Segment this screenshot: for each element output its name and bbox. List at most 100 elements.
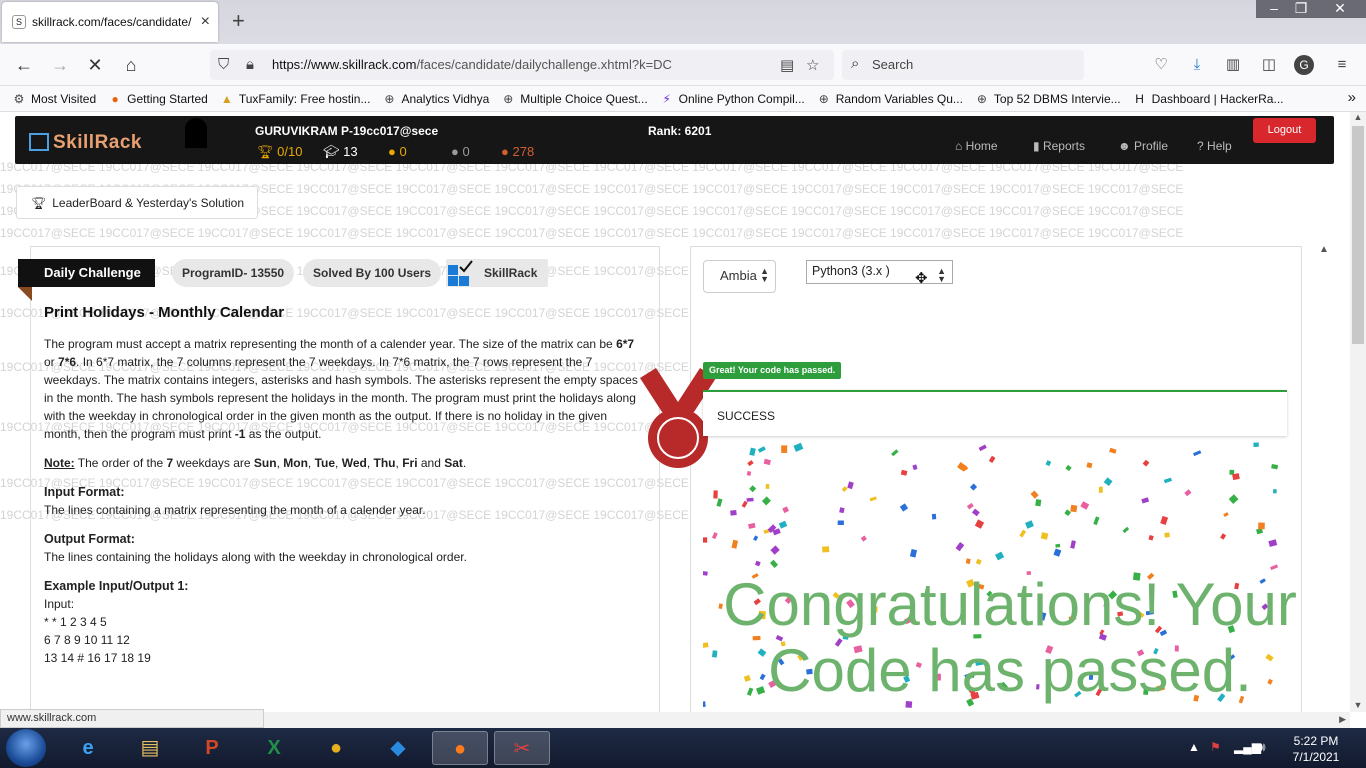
bookmark-item[interactable]: ⊕ Random Variables Qu... <box>817 92 963 106</box>
page-scrollbar[interactable]: ▲ ▼ <box>1350 112 1366 712</box>
show-hidden-icons-icon[interactable]: ▲ <box>1188 740 1200 754</box>
bookmark-item[interactable]: ⊕ Top 52 DBMS Intervie... <box>975 92 1121 106</box>
language-select[interactable]: Python3 (3.x ) ✥ ▲ ▼ <box>806 260 953 287</box>
site-header: SkillRack GURUVIKRAM P-19cc017@sece Rank… <box>15 116 1334 164</box>
courses-value: 13 <box>343 144 358 159</box>
confetti-piece <box>763 458 771 466</box>
skillrack-logo[interactable]: SkillRack <box>29 132 142 154</box>
url-path: /faces/candidate/dailychallenge.xhtml?k=… <box>416 57 672 72</box>
bookmarks-toolbar: ⚙ Most Visited ● Getting Started ▲ TuxFamily:… <box>0 86 1366 112</box>
bookmark-item[interactable]: ● Getting Started <box>108 92 208 106</box>
editor-scrollbar[interactable]: ▲ <box>1319 244 1333 712</box>
theme-value: Ambia <box>720 268 757 283</box>
system-clock[interactable]: 5:22 PM 7/1/2021 <box>1286 733 1346 765</box>
lock-icon[interactable]: 🔒︎ <box>246 56 254 73</box>
bookmark-star-icon[interactable]: ☆ <box>806 56 819 74</box>
menu-hamburger-icon[interactable]: ≡ <box>1331 54 1353 76</box>
library-icon[interactable]: ▥ <box>1222 54 1244 76</box>
scrollbar-thumb[interactable] <box>1352 126 1364 344</box>
search-input[interactable]: ⌕ Search <box>842 50 1084 80</box>
new-tab-button[interactable]: + <box>232 8 245 34</box>
input-line: 13 14 # 16 17 18 19 <box>44 651 151 665</box>
scroll-right-arrow-icon[interactable]: ▶ <box>1339 714 1346 725</box>
problem-title: Print Holidays - Monthly Calendar <box>44 304 285 321</box>
scroll-down-arrow-icon[interactable]: ▼ <box>1350 700 1366 710</box>
bookmark-item[interactable]: ⚙ Most Visited <box>12 91 97 106</box>
user-avatar[interactable] <box>185 118 207 148</box>
bookmark-item[interactable]: ⊕ Analytics Vidhya <box>382 92 489 106</box>
bookmark-item[interactable]: ⊕ Multiple Choice Quest... <box>501 92 647 106</box>
confetti-piece <box>847 481 854 490</box>
confetti-piece <box>703 537 708 543</box>
confetti-piece <box>1184 489 1192 497</box>
snipping-tool-icon[interactable]: ✂ <box>494 731 550 765</box>
solved-by-badge: Solved By 100 Users <box>303 259 442 287</box>
stop-loading-icon[interactable]: ✕ <box>84 54 106 76</box>
volume-icon[interactable]: 🔊︎ <box>1258 740 1266 755</box>
browser-tab[interactable]: S skillrack.com/faces/candidate/ × <box>2 2 218 42</box>
url-bar[interactable]: ⛉ 🔒︎ https://www.skillrack.com/faces/can… <box>210 50 834 80</box>
nav-profile[interactable]: ☻ Profile <box>1118 139 1168 153</box>
confetti-piece <box>746 497 754 502</box>
forward-arrow-icon[interactable]: → <box>49 54 71 76</box>
problem-content: Print Holidays - Monthly Calendar The pr… <box>44 304 640 667</box>
navigation-toolbar: ← → ✕ ⌂ ⛉ 🔒︎ https://www.skillrack.com/f… <box>0 44 1366 86</box>
confetti-piece <box>909 549 918 558</box>
nav-home[interactable]: ⌂ Home <box>955 139 998 153</box>
language-value: Python3 (3.x ) <box>812 264 890 278</box>
network-icon[interactable]: ▂▄▆ <box>1234 740 1261 754</box>
gear-icon: ⚙ <box>13 91 25 106</box>
confetti-piece <box>912 464 918 471</box>
file-explorer-icon[interactable]: ▤ <box>122 731 178 765</box>
nav-help[interactable]: ? Help <box>1197 139 1232 153</box>
leaderboard-button[interactable]: 🏆︎ LeaderBoard & Yesterday's Solution <box>16 186 258 219</box>
confetti-piece <box>860 535 867 542</box>
firefox-icon[interactable]: ● <box>432 731 488 765</box>
example-heading: Example Input/Output 1: <box>44 579 189 593</box>
scroll-up-arrow-icon[interactable]: ▲ <box>1319 244 1333 255</box>
bronze-stat: ● 278 <box>501 144 534 159</box>
home-icon[interactable]: ⌂ <box>120 54 142 76</box>
input-line: 6 7 8 9 10 11 12 <box>44 633 130 647</box>
confetti-piece <box>747 460 754 467</box>
back-arrow-icon[interactable]: ← <box>13 54 35 76</box>
bookmarks-overflow-icon[interactable]: » <box>1348 89 1356 106</box>
start-button[interactable] <box>6 729 46 767</box>
restore-button[interactable]: ❐ <box>1286 0 1316 18</box>
trophy-icon: 🏆︎ <box>257 144 274 159</box>
logout-button[interactable]: Logout <box>1253 118 1316 143</box>
vscode-icon[interactable]: ◆ <box>370 731 426 765</box>
shield-icon[interactable]: ⛉ <box>218 56 229 73</box>
bookmark-item[interactable]: ⚡ Online Python Compil... <box>660 91 805 106</box>
close-tab-icon[interactable]: × <box>201 13 210 31</box>
scroll-up-arrow-icon[interactable]: ▲ <box>1350 112 1366 122</box>
excel-icon[interactable]: X <box>246 731 302 765</box>
powerpoint-icon[interactable]: P <box>184 731 240 765</box>
bookmark-label: Online Python Compil... <box>678 91 805 106</box>
bronze-medal-icon: ● <box>501 144 509 159</box>
downloads-icon[interactable]: ⤓ <box>1186 54 1208 76</box>
confetti-piece <box>765 483 770 489</box>
skillrack-grid-icon <box>448 260 473 286</box>
confetti-piece <box>822 546 830 553</box>
minimize-button[interactable]: – <box>1259 0 1289 18</box>
account-avatar-icon[interactable]: G <box>1294 55 1314 75</box>
close-window-button[interactable]: ✕ <box>1325 0 1355 18</box>
action-center-icon[interactable]: ⚑ <box>1210 740 1221 754</box>
confetti-piece <box>978 444 987 452</box>
confetti-piece <box>1053 548 1062 557</box>
internet-explorer-icon[interactable]: e <box>60 731 116 765</box>
confetti-piece <box>971 508 980 517</box>
daily-challenge-ribbon: Daily Challenge <box>18 259 155 287</box>
nav-reports[interactable]: ▮ Reports <box>1033 139 1085 153</box>
bookmark-label: Top 52 DBMS Intervie... <box>993 91 1121 106</box>
theme-select[interactable]: Ambia ▲ ▼ <box>703 260 776 293</box>
chrome-icon[interactable]: ● <box>308 731 364 765</box>
reader-view-icon[interactable]: ▤ <box>780 56 794 74</box>
bookmark-item[interactable]: H Dashboard | HackerRa... <box>1133 92 1283 106</box>
sidebar-icon[interactable]: ◫ <box>1258 54 1280 76</box>
gold-medal-icon: ● <box>388 144 396 159</box>
bookmark-item[interactable]: ▲ TuxFamily: Free hostin... <box>220 92 371 106</box>
select-arrows-icon: ▲ ▼ <box>760 266 769 284</box>
pocket-icon[interactable]: ♡ <box>1150 54 1172 76</box>
